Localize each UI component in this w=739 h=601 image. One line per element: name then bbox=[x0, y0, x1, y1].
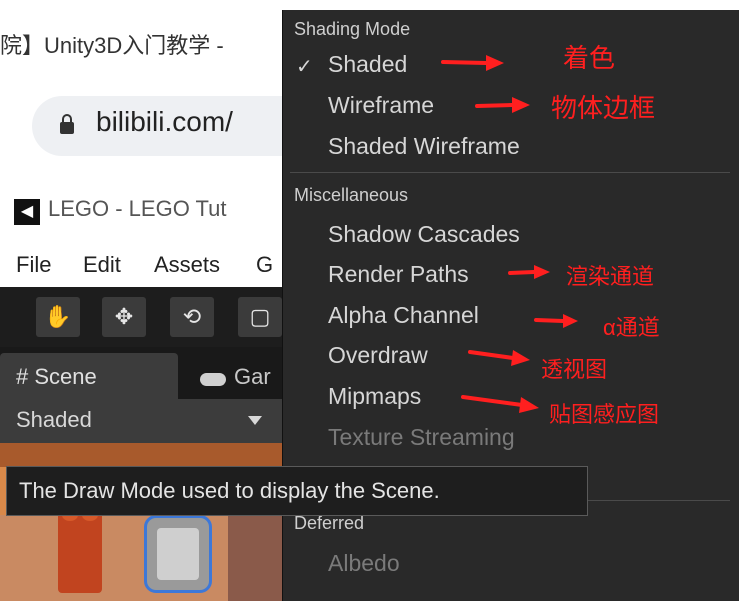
annotation-wireframe: 物体边框 bbox=[551, 93, 656, 123]
arrow-icon bbox=[468, 350, 530, 366]
annotation-mipmaps: 贴图感应图 bbox=[549, 402, 660, 427]
arrow-icon bbox=[534, 314, 578, 328]
annotation-overdraw: 透视图 bbox=[541, 357, 608, 382]
arrow-icon bbox=[508, 265, 550, 279]
annotation-shaded: 着色 bbox=[563, 43, 616, 73]
annotation-alpha-channel: α通道 bbox=[603, 315, 660, 340]
arrow-icon bbox=[475, 97, 530, 113]
arrow-icon bbox=[441, 55, 504, 71]
annotation-render-paths: 渲染通道 bbox=[566, 264, 655, 289]
arrow-icon bbox=[461, 395, 539, 413]
